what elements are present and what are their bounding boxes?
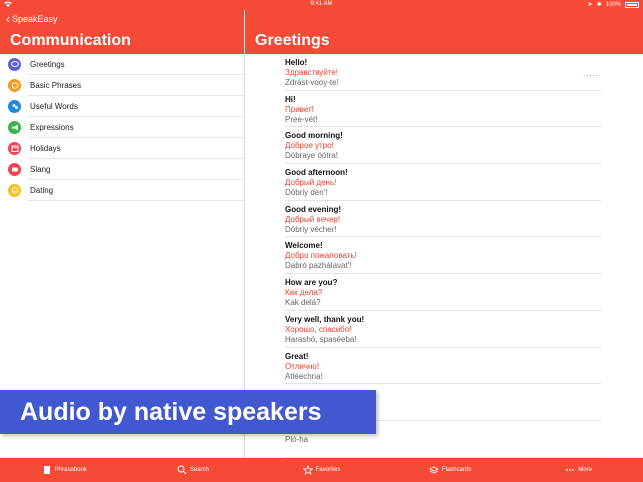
speech-bubble-icon bbox=[8, 58, 21, 71]
category-list: Greetings Basic Phrases Useful Words Exp… bbox=[0, 54, 244, 201]
battery-percent: 100% bbox=[605, 1, 621, 8]
phrase-transliteration: Pló-ha bbox=[285, 434, 309, 444]
phrase-row[interactable]: Good morning! Доброе утро! Dóbraye óótra… bbox=[285, 127, 601, 165]
people-icon bbox=[8, 100, 21, 113]
phrase-russian: Здравствуйте! bbox=[285, 68, 339, 77]
phrase-english: Good morning! bbox=[285, 131, 343, 141]
phrase-english: Good afternoon! bbox=[285, 168, 348, 178]
chevron-left-icon: ‹ bbox=[6, 12, 10, 26]
star-icon bbox=[302, 464, 314, 475]
phrase-russian: Добрый вечер! bbox=[285, 214, 341, 224]
phrase-row[interactable]: Hi! Привет! Pree-vét! bbox=[285, 91, 601, 128]
promo-banner: Audio by native speakers bbox=[0, 390, 376, 434]
megaphone-icon bbox=[8, 121, 21, 134]
chat-icon bbox=[8, 79, 21, 92]
more-dots-icon[interactable]: .... bbox=[586, 69, 599, 78]
back-button-label: SpeakEasy bbox=[12, 14, 58, 24]
right-title: Greetings bbox=[255, 32, 330, 49]
tab-label: More bbox=[578, 467, 592, 473]
status-bar: 9:41 AM ➤ ✱ 100% bbox=[0, 0, 643, 10]
phrase-english: Hi! bbox=[285, 94, 296, 104]
category-label: Holidays bbox=[30, 143, 61, 153]
category-label: Slang bbox=[30, 164, 51, 174]
phrase-english: Good evening! bbox=[285, 204, 341, 214]
phrase-russian: Как дела? bbox=[285, 288, 323, 298]
category-item-greetings[interactable]: Greetings bbox=[8, 54, 244, 75]
search-icon bbox=[177, 465, 187, 475]
phrase-russian: Добрый день! bbox=[285, 178, 337, 188]
category-item-expressions[interactable]: Expressions bbox=[8, 117, 244, 138]
back-button[interactable]: ‹ SpeakEasy bbox=[6, 12, 58, 26]
phrase-russian: Доброе утро! bbox=[285, 141, 334, 151]
phrase-english: Hello! bbox=[285, 58, 308, 67]
bluetooth-icon: ✱ bbox=[596, 2, 602, 8]
phrase-transliteration: Dabró pazhálavat'! bbox=[285, 261, 352, 271]
tab-search[interactable]: Search bbox=[129, 458, 258, 482]
phrase-english: Welcome! bbox=[285, 241, 323, 251]
tab-label: Search bbox=[189, 467, 209, 473]
category-label: Basic Phrases bbox=[30, 80, 82, 90]
phrase-transliteration: Pree-vét! bbox=[285, 114, 318, 124]
phrase-transliteration: Dóbriy vécher! bbox=[285, 224, 337, 234]
category-item-holidays[interactable]: Holidays bbox=[8, 138, 244, 159]
flashcards-icon bbox=[429, 465, 439, 475]
tab-phrasebook[interactable]: Phrasebook bbox=[0, 458, 129, 482]
tab-label: Favorites bbox=[315, 467, 341, 473]
phrase-row[interactable]: Good evening! Добрый вечер! Dóbriy véche… bbox=[285, 201, 601, 238]
category-label: Useful Words bbox=[30, 101, 78, 111]
phrase-transliteration: Kak delá? bbox=[285, 298, 321, 308]
phrase-transliteration: Dóbriy den'! bbox=[285, 188, 328, 198]
phrase-english: Great! bbox=[285, 351, 309, 361]
phrase-row[interactable]: Good afternoon! Добрый день! Dóbriy den'… bbox=[285, 164, 601, 201]
tab-flashcards[interactable]: Flashcards bbox=[386, 458, 515, 482]
phrase-transliteration: Zdrást-vooy-te! bbox=[285, 78, 339, 87]
left-title: Communication bbox=[10, 32, 131, 49]
phrase-russian: Отлично! bbox=[285, 361, 320, 371]
location-icon: ➤ bbox=[587, 2, 593, 8]
more-icon bbox=[565, 465, 575, 475]
right-header: Greetings bbox=[245, 10, 643, 54]
category-label: Dating bbox=[30, 185, 54, 195]
book-icon bbox=[42, 465, 52, 475]
slang-icon bbox=[8, 163, 21, 176]
category-label: Expressions bbox=[30, 122, 74, 132]
smile-icon bbox=[8, 184, 21, 197]
phrase-row[interactable]: How are you? Как дела? Kak delá? bbox=[285, 274, 601, 311]
phrase-transliteration: Harashó, spaséeba! bbox=[285, 334, 357, 344]
category-item-slang[interactable]: Slang bbox=[8, 159, 244, 180]
tab-favorites[interactable]: Favorites bbox=[257, 458, 386, 482]
phrase-russian: Добро пожаловать! bbox=[285, 251, 357, 261]
category-label: Greetings bbox=[30, 59, 65, 69]
left-header: ‹ SpeakEasy Communication bbox=[0, 10, 244, 54]
phrase-english: How are you? bbox=[285, 278, 338, 288]
phrase-transliteration: Atléechna! bbox=[285, 371, 323, 381]
phrase-russian: Хорошо, спасибо! bbox=[285, 324, 352, 334]
phrase-english: Very well, thank you! bbox=[285, 314, 365, 324]
calendar-icon bbox=[8, 142, 21, 155]
status-time: 9:41 AM bbox=[310, 1, 333, 7]
category-item-basic-phrases[interactable]: Basic Phrases bbox=[8, 75, 244, 96]
phrase-row[interactable]: Hello! Здравствуйте! Zdrást-vooy-te! ...… bbox=[285, 54, 601, 91]
category-item-useful-words[interactable]: Useful Words bbox=[8, 96, 244, 117]
phrase-russian: Привет! bbox=[285, 104, 314, 114]
battery-icon bbox=[625, 1, 639, 8]
phrase-transliteration: Dóbraye óótra! bbox=[285, 151, 338, 161]
tab-label: Flashcards bbox=[441, 467, 472, 473]
status-right: ➤ ✱ 100% bbox=[588, 1, 639, 8]
tab-label: Phrasebook bbox=[54, 467, 87, 473]
category-item-dating[interactable]: Dating bbox=[8, 180, 244, 201]
phrase-row[interactable]: Very well, thank you! Хорошо, спасибо! H… bbox=[285, 311, 601, 348]
tab-bar: Phrasebook Search Favorites Flashcards M… bbox=[0, 458, 643, 482]
tab-more[interactable]: More bbox=[514, 458, 643, 482]
phrase-row[interactable]: Great! Отлично! Atléechna! bbox=[285, 348, 601, 385]
phrase-row[interactable]: Welcome! Добро пожаловать! Dabró pazhála… bbox=[285, 237, 601, 275]
